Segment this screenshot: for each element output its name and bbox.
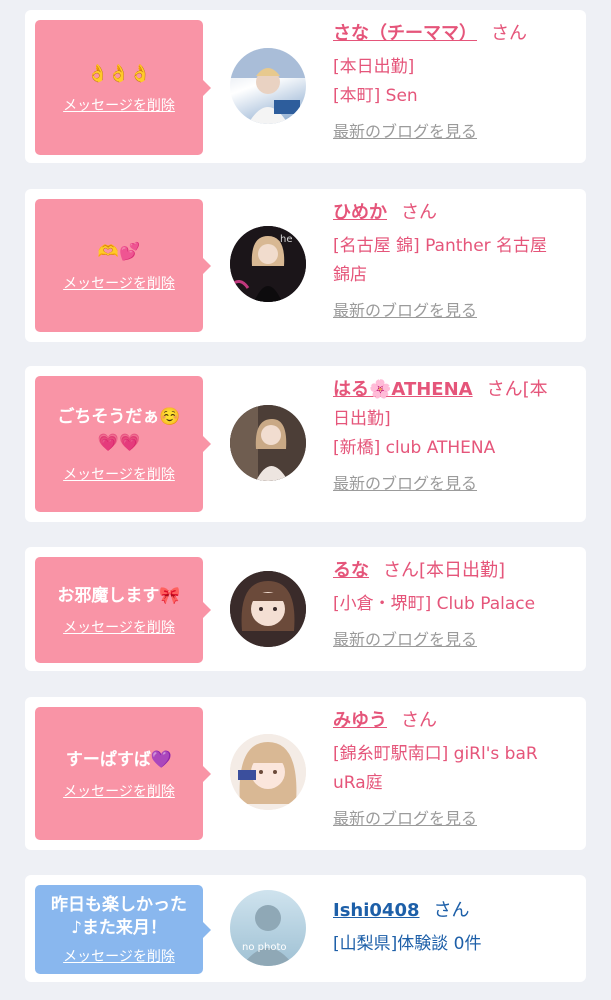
avatar-photo-icon <box>230 405 306 481</box>
no-photo-icon <box>242 905 294 966</box>
message-text: 🫶💕 <box>97 241 141 262</box>
user-info: さな（チーママ） さん [本日出勤] [本町] Sen 最新のブログを見る <box>333 21 578 143</box>
honorific: さん <box>491 23 527 44</box>
delete-message-link[interactable]: メッセージを削除 <box>63 946 175 966</box>
shop-text: [小倉・堺町] Club Palace <box>333 594 536 614</box>
delete-message-link[interactable]: メッセージを削除 <box>63 617 175 637</box>
delete-message-link[interactable]: メッセージを削除 <box>63 273 175 293</box>
user-name-link[interactable]: ひめか <box>333 202 387 223</box>
avatar[interactable] <box>230 571 306 647</box>
shop-text: 錦店 <box>333 265 367 285</box>
avatar-photo-icon <box>230 48 306 124</box>
user-info: はる🌸ATHENA さん[本 日出勤] [新橋] club ATHENA 最新のブ… <box>333 377 578 495</box>
message-text: 👌👌👌 <box>87 63 151 84</box>
user-name-link[interactable]: みゆう <box>333 710 387 731</box>
list-item: 🫶💕 メッセージを削除 he ひめか さん [名古屋 錦] Panther 名古屋… <box>25 189 586 342</box>
message-bubble: お邪魔します🎀 メッセージを削除 <box>35 557 211 663</box>
honorific: さん <box>433 900 470 921</box>
shop-text: [新橋] club ATHENA <box>333 438 496 458</box>
user-info: Ishi0408 さん [山梨県]体験談 0件 <box>333 898 578 959</box>
avatar[interactable] <box>230 48 306 124</box>
user-name-link[interactable]: るな <box>333 560 369 581</box>
delete-message-link[interactable]: メッセージを削除 <box>63 781 175 801</box>
user-info: みゆう さん [錦糸町駅南口] giRl's baR uRa庭 最新のブログを見る <box>333 708 578 830</box>
delete-message-link[interactable]: メッセージを削除 <box>63 95 175 115</box>
user-name-link[interactable]: さな（チーママ） <box>333 23 477 44</box>
delete-message-link[interactable]: メッセージを削除 <box>63 464 175 484</box>
user-info: るな さん[本日出勤] [小倉・堺町] Club Palace 最新のブログを見る <box>333 558 578 651</box>
message-text: ごちそうだぁ☺️ <box>57 407 181 427</box>
avatar[interactable]: he <box>230 226 306 302</box>
latest-blog-link[interactable]: 最新のブログを見る <box>333 473 578 495</box>
avatar-photo-icon <box>230 734 306 810</box>
message-text-line2: 💗💗 <box>97 433 141 453</box>
latest-blog-link[interactable]: 最新のブログを見る <box>333 300 578 322</box>
svg-text:he: he <box>280 234 293 245</box>
list-item: お邪魔します🎀 メッセージを削除 るな さん[本日出勤] [小倉・堺町] Club… <box>25 547 586 671</box>
message-bubble: すーぱすば💜 メッセージを削除 <box>35 707 211 840</box>
message-bubble: 昨日も楽しかった ♪また来月！ メッセージを削除 <box>35 885 211 974</box>
latest-blog-link[interactable]: 最新のブログを見る <box>333 629 578 651</box>
message-text-line2: ♪また来月！ <box>71 917 167 938</box>
status-text: [本日出勤] <box>333 57 415 77</box>
avatar-photo-icon: he <box>230 226 306 302</box>
message-text: 昨日も楽しかった <box>51 894 187 915</box>
honorific: さん[本 <box>486 379 548 400</box>
user-name-link[interactable]: はる🌸ATHENA <box>333 379 473 400</box>
shop-text: [名古屋 錦] Panther 名古屋 <box>333 236 548 256</box>
avatar[interactable] <box>230 734 306 810</box>
user-name-link[interactable]: Ishi0408 <box>333 900 420 921</box>
status-text: 日出勤] <box>333 409 391 429</box>
review-count-text: [山梨県]体験談 0件 <box>333 934 482 954</box>
message-bubble: 🫶💕 メッセージを削除 <box>35 199 211 332</box>
honorific: さん <box>401 710 437 731</box>
message-text: お邪魔します🎀 <box>57 586 181 606</box>
latest-blog-link[interactable]: 最新のブログを見る <box>333 808 578 830</box>
no-photo-label: no photo <box>242 942 287 953</box>
latest-blog-link[interactable]: 最新のブログを見る <box>333 121 578 143</box>
list-item: 昨日も楽しかった ♪また来月！ メッセージを削除 no photo Ishi04… <box>25 875 586 982</box>
message-bubble: 👌👌👌 メッセージを削除 <box>35 20 211 155</box>
message-text: すーぱすば💜 <box>65 749 173 770</box>
user-info: ひめか さん [名古屋 錦] Panther 名古屋 錦店 最新のブログを見る <box>333 200 578 322</box>
honorific: さん[本日出勤] <box>383 560 506 581</box>
honorific: さん <box>401 202 437 223</box>
list-item: 👌👌👌 メッセージを削除 さな（チーママ） さん [本日出勤] [本町] Sen … <box>25 10 586 163</box>
shop-text: uRa庭 <box>333 773 383 793</box>
message-list: 👌👌👌 メッセージを削除 さな（チーママ） さん [本日出勤] [本町] Sen … <box>0 0 611 1000</box>
message-bubble: ごちそうだぁ☺️ 💗💗 メッセージを削除 <box>35 376 211 512</box>
list-item: ごちそうだぁ☺️ 💗💗 メッセージを削除 はる🌸ATHENA さん[本 日出勤] … <box>25 366 586 522</box>
avatar-photo-icon <box>230 571 306 647</box>
shop-text: [錦糸町駅南口] giRl's baR <box>333 744 538 764</box>
shop-text: [本町] Sen <box>333 86 418 106</box>
avatar[interactable] <box>230 405 306 481</box>
list-item: すーぱすば💜 メッセージを削除 みゆう さん [錦糸町駅南口] giRl's ba… <box>25 697 586 850</box>
avatar[interactable]: no photo <box>230 890 306 966</box>
